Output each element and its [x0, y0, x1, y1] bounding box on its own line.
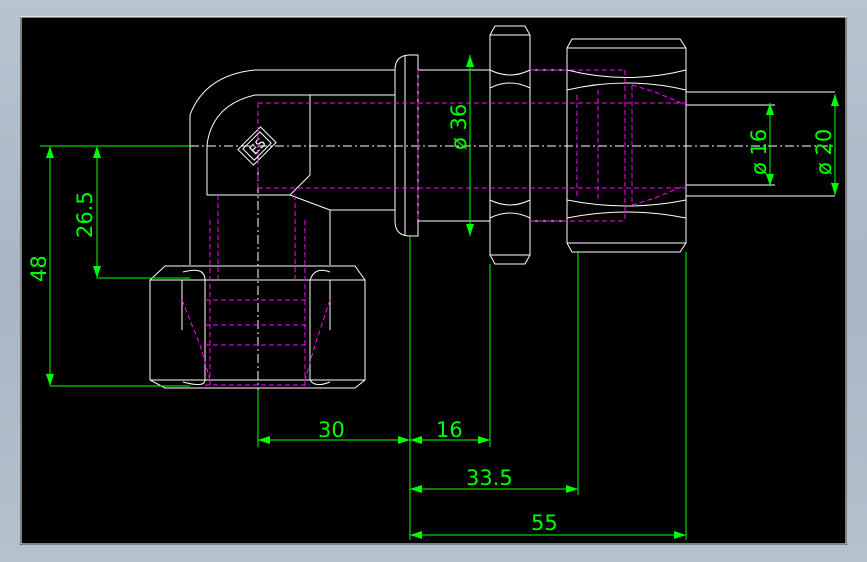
dimension-height-26-5: 26.5 [73, 191, 97, 238]
dimension-dia-20: ø 20 [812, 129, 836, 175]
dimension-len-16: 16 [436, 418, 463, 442]
dimension-lines [40, 55, 839, 540]
dimension-len-55: 55 [531, 511, 558, 535]
fitting-outline [149, 25, 835, 389]
dimension-dia-36: ø 36 [447, 104, 471, 150]
dimension-len-30: 30 [318, 418, 345, 442]
drawing-border [20, 16, 847, 545]
dimension-len-33-5: 33.5 [466, 466, 513, 490]
dimension-dia-16: ø 16 [747, 129, 771, 175]
dimension-height-48: 48 [27, 255, 51, 282]
elbow-fitting-drawing: ES ø 36 ø 16 ø 20 26.5 48 30 16 33.5 55 [20, 16, 847, 545]
